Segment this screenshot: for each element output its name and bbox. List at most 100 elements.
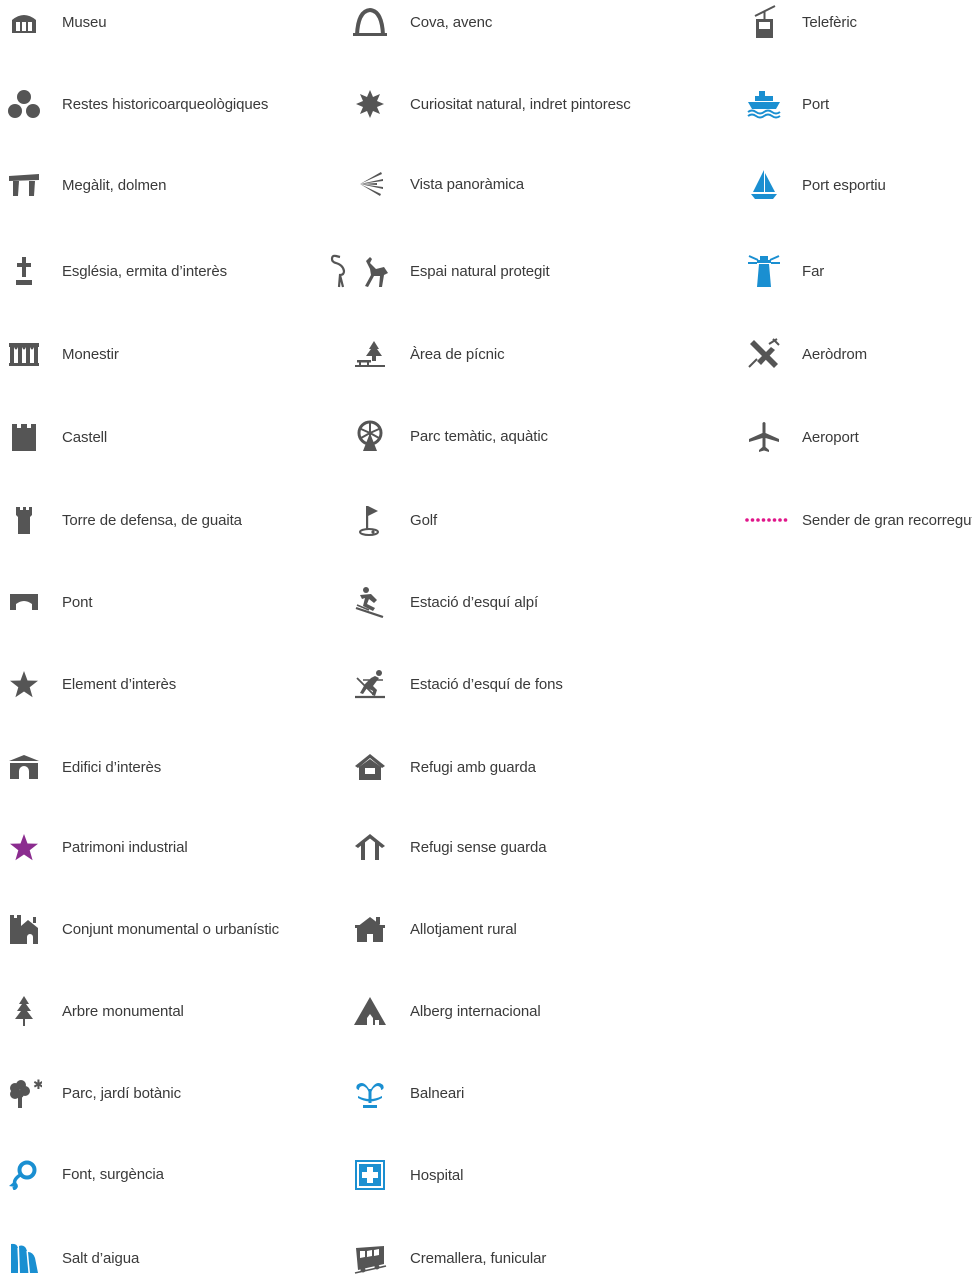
svg-text:✱: ✱ xyxy=(33,1078,42,1093)
legend-item-marina: Port esportiu xyxy=(744,167,886,203)
legend-item-building-of-interest: Edifici d’interès xyxy=(4,749,161,785)
port-ship-icon xyxy=(744,86,784,122)
legend-item-lighthouse: Far xyxy=(744,253,824,289)
hostel-icon xyxy=(350,993,390,1029)
golf-icon xyxy=(350,502,390,538)
legend-item-picnic-area: Àrea de pícnic xyxy=(350,336,505,372)
legend-label: Telefèric xyxy=(802,13,857,31)
legend-item-funicular: Cremallera, funicular xyxy=(350,1240,546,1276)
legend-label: Port esportiu xyxy=(802,176,886,194)
cable-car-icon xyxy=(744,4,784,40)
legend-label: Port xyxy=(802,95,830,113)
map-legend: Museu Restes historicoarqueològiques Meg… xyxy=(0,0,972,1274)
legend-label: Megàlit, dolmen xyxy=(62,176,167,194)
legend-item-unstaffed-refuge: Refugi sense guarda xyxy=(350,829,547,865)
monastery-icon xyxy=(4,336,44,372)
aerodrome-icon xyxy=(744,336,784,372)
legend-item-port: Port xyxy=(744,86,829,122)
watchtower-icon xyxy=(4,502,44,538)
legend-label: Element d’interès xyxy=(62,675,177,693)
ferris-wheel-icon xyxy=(350,418,390,454)
legend-label: Patrimoni industrial xyxy=(62,838,188,856)
picnic-icon xyxy=(350,336,390,372)
legend-item-monumental-tree: Arbre monumental xyxy=(4,993,184,1029)
castle-icon xyxy=(4,419,44,455)
legend-label: Alberg internacional xyxy=(410,1002,541,1020)
legend-item-theme-park: Parc temàtic, aquàtic xyxy=(350,418,548,454)
legend-item-spa: Balneari xyxy=(350,1075,464,1111)
legend-label: Parc, jardí botànic xyxy=(62,1084,181,1102)
legend-label: Refugi amb guarda xyxy=(410,758,536,776)
legend-item-bridge: Pont xyxy=(4,584,93,620)
trail-dots-icon xyxy=(744,502,788,538)
legend-item-element-of-interest: Element d’interès xyxy=(4,666,176,702)
legend-label: Refugi sense guarda xyxy=(410,838,547,856)
staffed-refuge-icon xyxy=(350,749,390,785)
legend-item-industrial-heritage: Patrimoni industrial xyxy=(4,829,188,865)
legend-item-monastery: Monestir xyxy=(4,336,119,372)
legend-label: Arbre monumental xyxy=(62,1002,184,1020)
lighthouse-icon xyxy=(744,253,784,289)
legend-label: Far xyxy=(802,262,825,280)
legend-label: Balneari xyxy=(410,1084,465,1102)
alpine-ski-icon xyxy=(350,584,390,620)
cross-country-ski-icon xyxy=(350,666,390,702)
legend-label: Edifici d’interès xyxy=(62,758,162,776)
legend-label: Església, ermita d’interès xyxy=(62,262,227,280)
legend-label: Pont xyxy=(62,593,93,611)
sailboat-icon xyxy=(744,167,784,203)
legend-item-monumental-ensemble: Conjunt monumental o urbanístic xyxy=(4,911,279,947)
hospital-icon xyxy=(350,1157,390,1193)
legend-item-natural-curiosity: Curiositat natural, indret pintoresc xyxy=(350,86,631,122)
legend-label: Estació d’esquí de fons xyxy=(410,675,563,693)
legend-item-archaeological-remains: Restes historicoarqueològiques xyxy=(4,86,268,122)
legend-item-panoramic-view: Vista panoràmica xyxy=(350,166,524,202)
legend-item-castle: Castell xyxy=(4,419,107,455)
legend-item-waterfall: Salt d’aigua xyxy=(4,1240,139,1276)
legend-label: Salt d’aigua xyxy=(62,1249,140,1267)
park-tree-icon: ✱ xyxy=(4,1075,44,1111)
panoramic-view-icon xyxy=(350,166,390,202)
funicular-icon xyxy=(350,1240,390,1276)
legend-item-museum: Museu xyxy=(4,4,107,40)
building-icon xyxy=(4,749,44,785)
legend-label: Torre de defensa, de guaita xyxy=(62,511,242,529)
legend-label: Curiositat natural, indret pintoresc xyxy=(410,95,631,113)
monumental-ensemble-icon xyxy=(4,911,44,947)
legend-label: Aeròdrom xyxy=(802,345,868,363)
legend-label: Estació d’esquí alpí xyxy=(410,593,539,611)
legend-item-protected-nature: Espai natural protegit xyxy=(330,253,550,289)
legend-label: Allotjament rural xyxy=(410,920,517,938)
legend-item-international-hostel: Alberg internacional xyxy=(350,993,541,1029)
legend-item-watchtower: Torre de defensa, de guaita xyxy=(4,502,242,538)
protected-nature-icon xyxy=(326,253,390,289)
legend-label: Conjunt monumental o urbanístic xyxy=(62,920,280,938)
waterfall-icon xyxy=(4,1240,44,1276)
legend-label: Museu xyxy=(62,13,107,31)
legend-item-aerodrome: Aeròdrom xyxy=(744,336,867,372)
legend-label: Golf xyxy=(410,511,438,529)
legend-item-staffed-refuge: Refugi amb guarda xyxy=(350,749,536,785)
legend-item-rural-lodging: Allotjament rural xyxy=(350,911,517,947)
cave-icon xyxy=(350,4,390,40)
airport-icon xyxy=(744,419,784,455)
legend-label: Cremallera, funicular xyxy=(410,1249,547,1267)
legend-item-alpine-ski: Estació d’esquí alpí xyxy=(350,584,538,620)
legend-label: Cova, avenc xyxy=(410,13,493,31)
legend-item-airport: Aeroport xyxy=(744,419,859,455)
legend-label: Àrea de pícnic xyxy=(410,345,505,363)
star-icon xyxy=(4,666,44,702)
conifer-tree-icon xyxy=(4,993,44,1029)
natural-curiosity-icon xyxy=(350,86,390,122)
legend-label: Sender de gran recorregut xyxy=(802,511,972,529)
legend-label: Castell xyxy=(62,428,108,446)
legend-item-church: Església, ermita d’interès xyxy=(4,253,227,289)
legend-label: Parc temàtic, aquàtic xyxy=(410,427,548,445)
legend-label: Aeroport xyxy=(802,428,859,446)
legend-item-long-distance-trail: Sender de gran recorregut xyxy=(744,502,972,538)
legend-item-spring: Font, surgència xyxy=(4,1156,164,1192)
legend-item-cave: Cova, avenc xyxy=(350,4,492,40)
spa-icon xyxy=(350,1075,390,1111)
legend-label: Vista panoràmica xyxy=(410,175,525,193)
dolmen-icon xyxy=(4,167,44,203)
